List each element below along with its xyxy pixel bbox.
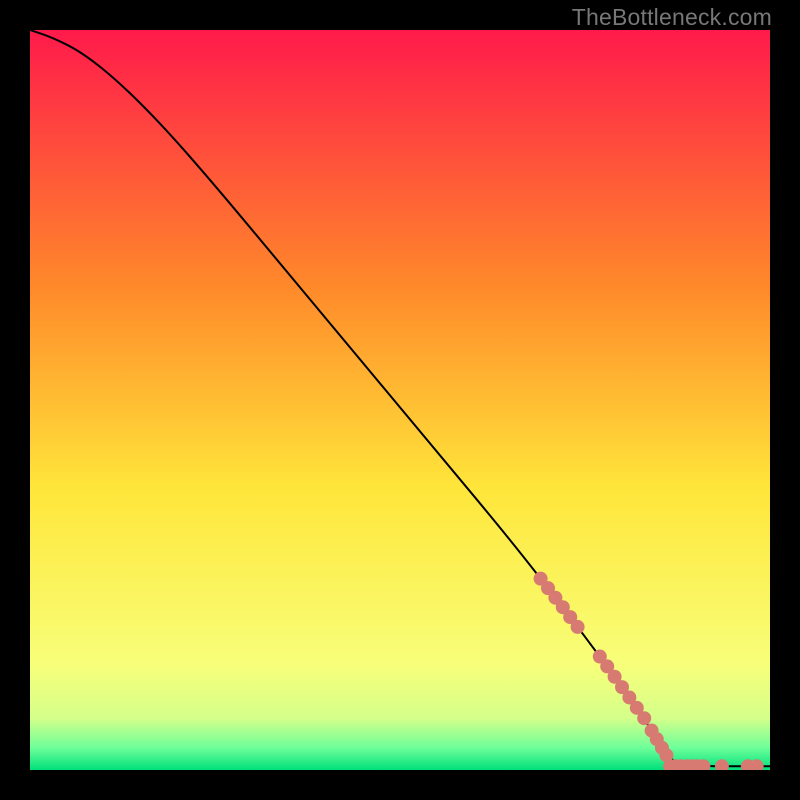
- plot-area: [30, 30, 770, 770]
- chart-container: TheBottleneck.com: [0, 0, 800, 800]
- data-marker: [637, 711, 651, 725]
- gradient-background: [30, 30, 770, 770]
- watermark-text: TheBottleneck.com: [572, 4, 772, 31]
- chart-svg: [30, 30, 770, 770]
- data-marker: [571, 620, 585, 634]
